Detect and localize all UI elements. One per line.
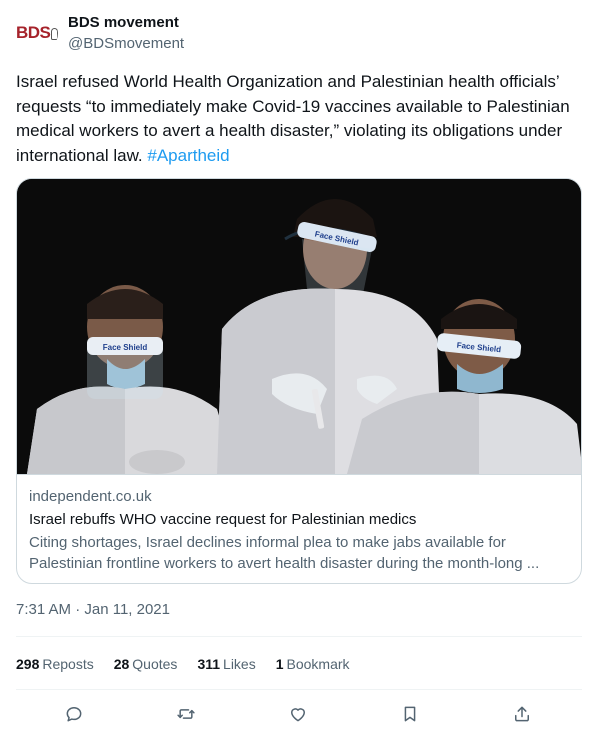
- share-button[interactable]: [508, 700, 536, 728]
- repost-icon: [177, 709, 195, 719]
- hashtag-link[interactable]: #Apartheid: [147, 146, 229, 165]
- share-icon: [515, 706, 529, 722]
- repost-button[interactable]: [172, 700, 200, 728]
- quotes-stat[interactable]: 28 Quotes: [114, 654, 178, 674]
- divider: [16, 689, 582, 690]
- card-description: Citing shortages, Israel declines inform…: [29, 534, 540, 572]
- bookmarks-stat[interactable]: 1 Bookmark: [276, 654, 350, 674]
- likes-label: Likes: [223, 656, 256, 672]
- card-image[interactable]: Face Shield Face Shield Face Shield: [17, 179, 581, 474]
- display-name[interactable]: BDS movement: [68, 14, 184, 32]
- divider: [16, 636, 582, 637]
- face-shield-label-1: Face Shield: [103, 343, 148, 352]
- reposts-stat[interactable]: 298 Reposts: [16, 654, 94, 674]
- handle[interactable]: @BDSmovement: [68, 34, 184, 54]
- engagement-stats: 298 Reposts 28 Quotes 311 Likes 1 Bookmark: [16, 654, 370, 674]
- bookmarks-label: Bookmark: [286, 656, 350, 672]
- tweet-body: Israel refused World Health Organization…: [16, 72, 570, 165]
- link-card[interactable]: Face Shield Face Shield Face Shield inde: [16, 178, 582, 584]
- like-icon: [291, 708, 305, 722]
- bookmarks-count: 1: [275, 656, 284, 672]
- bookmark-button[interactable]: [396, 700, 424, 728]
- health-workers-photo: Face Shield Face Shield Face Shield: [17, 179, 581, 474]
- card-domain: independent.co.uk: [29, 488, 152, 505]
- like-button[interactable]: [284, 700, 312, 728]
- card-title: Israel rebuffs WHO vaccine request for P…: [29, 511, 417, 528]
- avatar[interactable]: BDS: [16, 12, 58, 54]
- reply-icon: [66, 707, 82, 722]
- tweet-text: Israel refused World Health Organization…: [16, 70, 582, 168]
- timestamp[interactable]: 7:31 AM · Jan 11, 2021: [16, 600, 170, 620]
- quotes-label: Quotes: [132, 656, 178, 672]
- bookmark-icon: [404, 706, 416, 722]
- avatar-logo-text: BDS: [16, 23, 51, 42]
- reposts-label: Reposts: [42, 656, 94, 672]
- card-info[interactable]: independent.co.uk Israel rebuffs WHO vac…: [17, 474, 581, 583]
- action-bar: [16, 700, 582, 728]
- likes-stat[interactable]: 311 Likes: [197, 654, 255, 674]
- tweet-header: BDS BDS movement @BDSmovement: [16, 12, 582, 56]
- key-icon: [51, 28, 58, 40]
- reposts-count: 298: [16, 656, 40, 672]
- reply-button[interactable]: [60, 700, 88, 728]
- quotes-count: 28: [113, 656, 130, 672]
- likes-count: 311: [197, 656, 221, 672]
- author-names: BDS movement @BDSmovement: [68, 14, 184, 54]
